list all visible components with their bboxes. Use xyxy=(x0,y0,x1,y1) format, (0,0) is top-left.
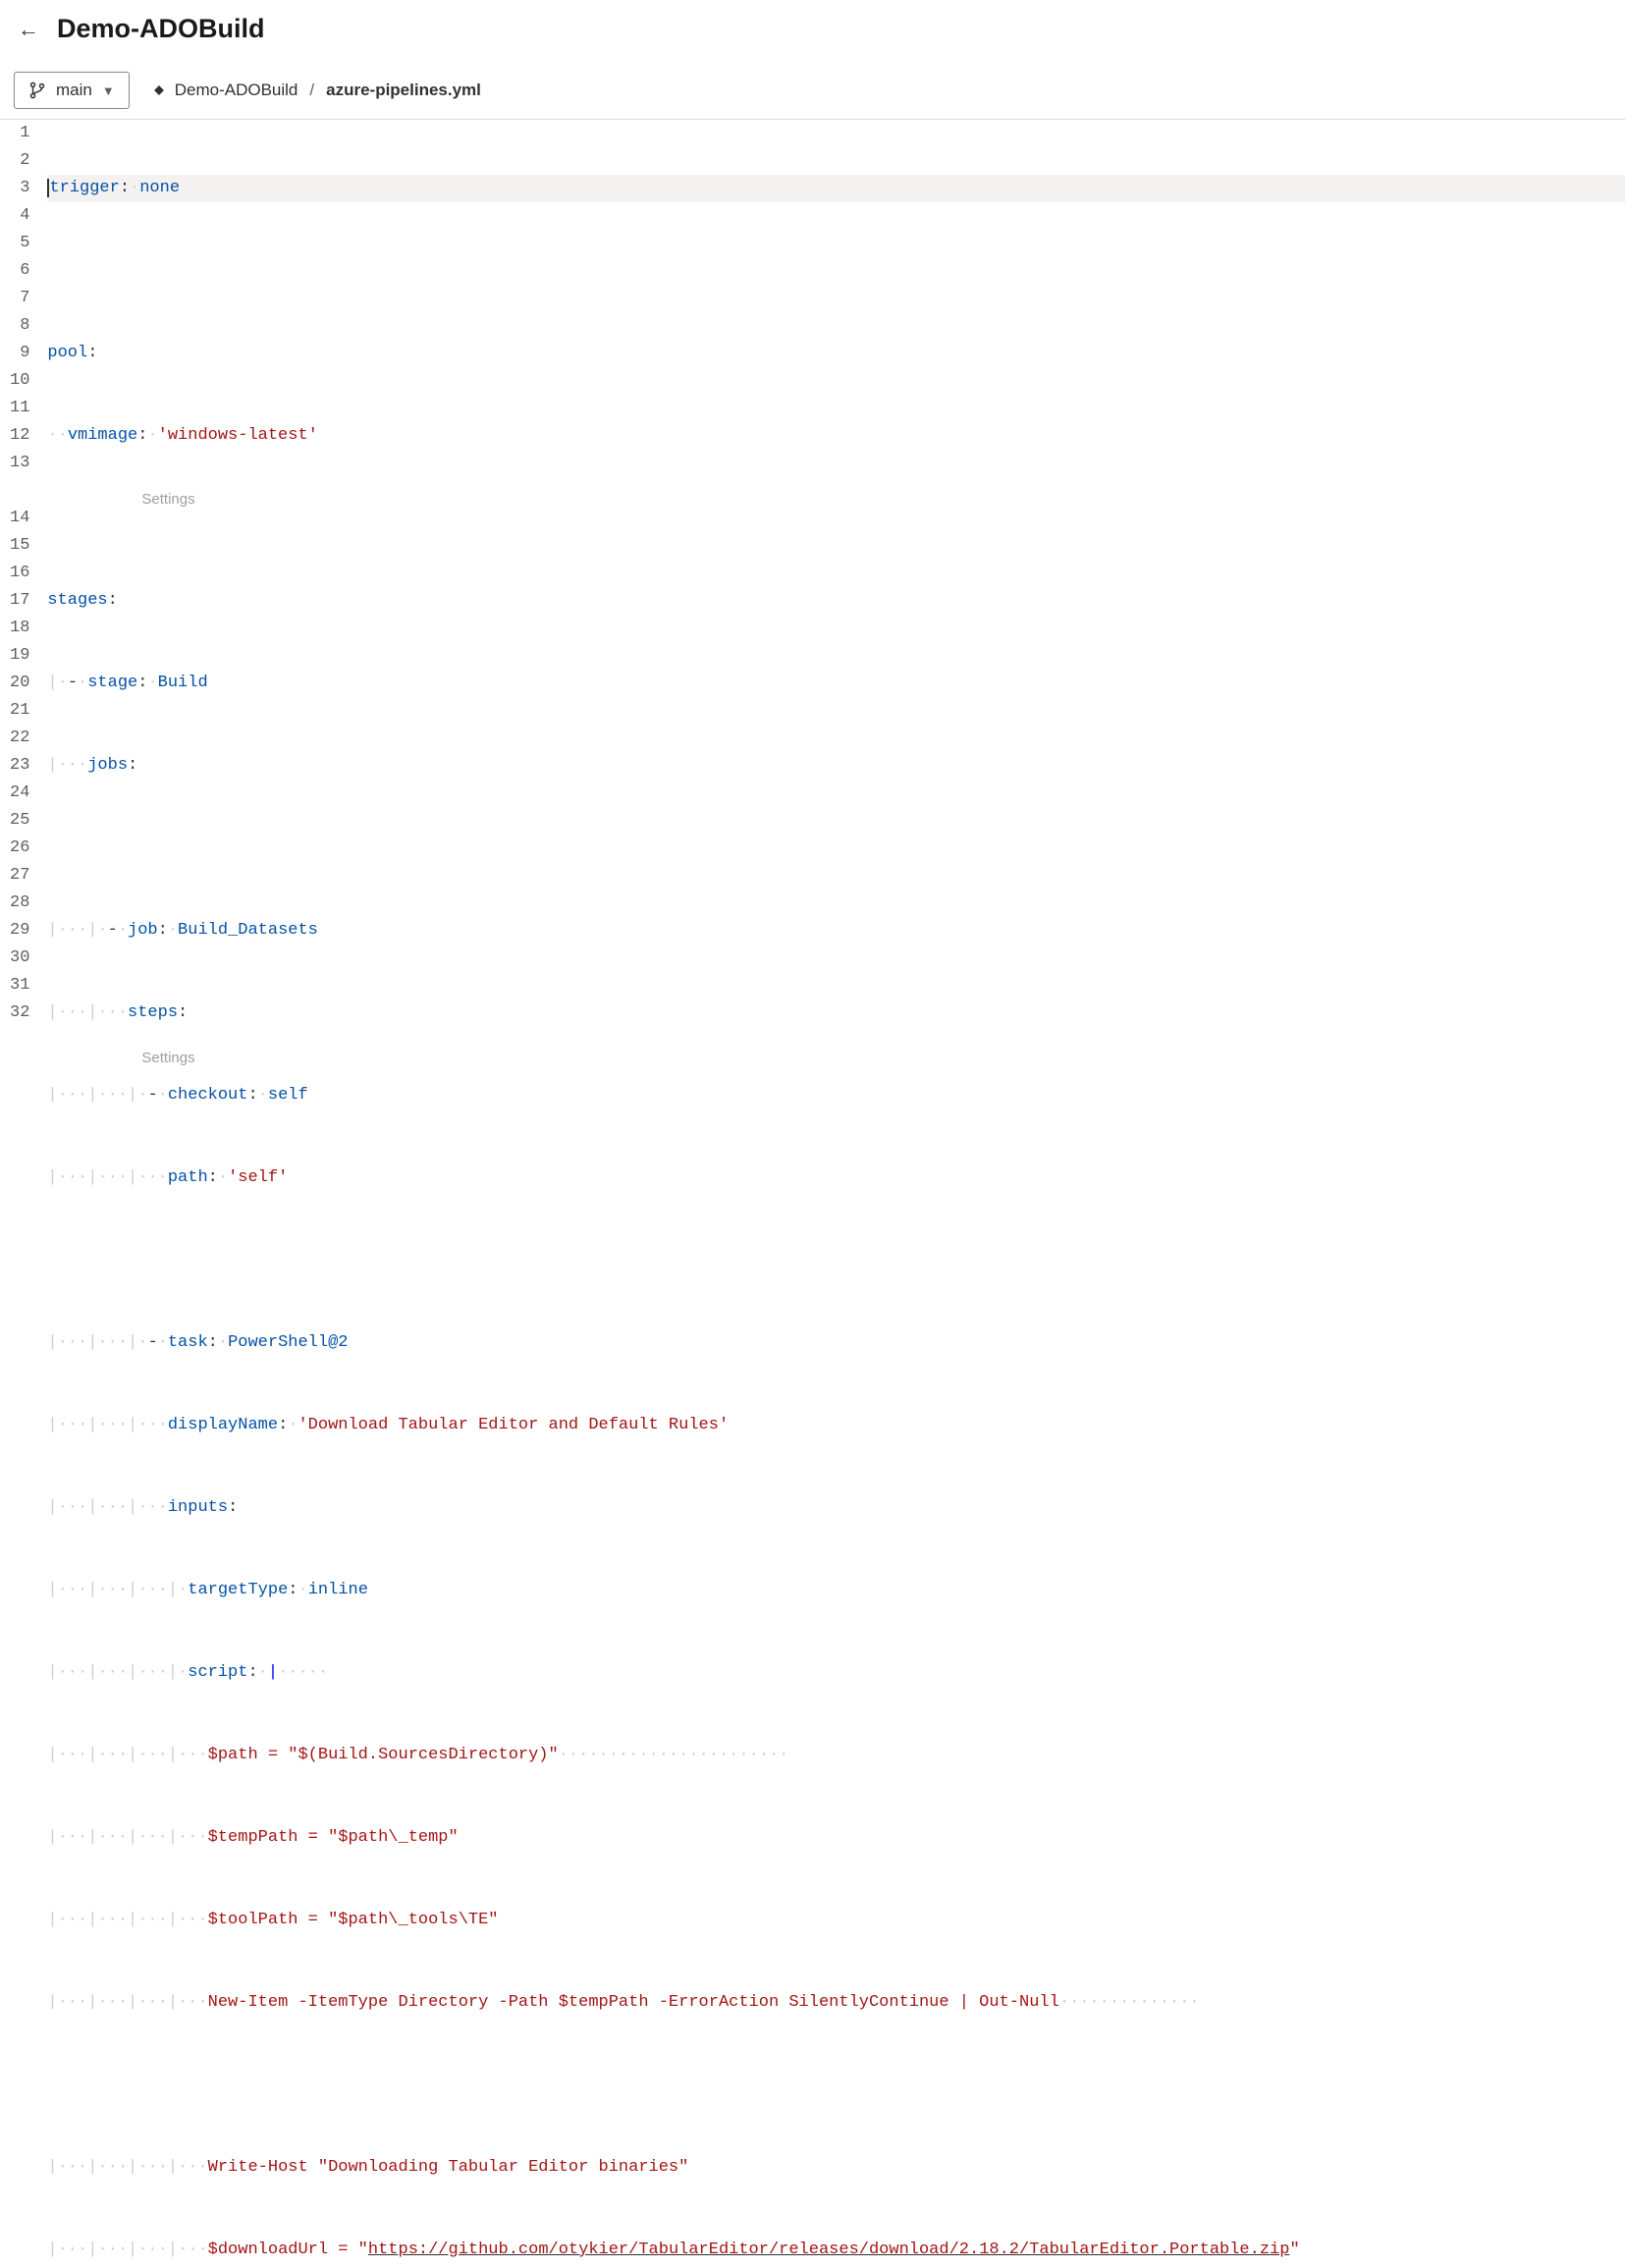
code-line[interactable] xyxy=(47,835,1625,862)
code-line[interactable]: |···|···|···|···$toolPath = "$path\_tool… xyxy=(47,1907,1625,1934)
breadcrumb-repo[interactable]: Demo-ADOBuild xyxy=(175,81,298,100)
chevron-down-icon: ▼ xyxy=(102,83,115,98)
line-number: 17 xyxy=(10,587,29,615)
code-line[interactable]: stages: xyxy=(47,587,1625,615)
code-editor[interactable]: 1 2 3 4 5 6 7 8 9 10 11 12 13 14 15 16 1… xyxy=(0,119,1625,2268)
breadcrumb-separator: / xyxy=(309,81,314,100)
line-number: 5 xyxy=(10,230,29,257)
code-line[interactable]: |···|···|···|···$path = "$(Build.Sources… xyxy=(47,1742,1625,1769)
back-arrow-icon[interactable]: ← xyxy=(18,17,39,42)
line-number: 27 xyxy=(10,862,29,890)
code-line[interactable]: |···|···|···|·script:·|····· xyxy=(47,1659,1625,1687)
code-line[interactable]: ··vmimage:·'windows-latest' xyxy=(47,422,1625,450)
line-number: 1 xyxy=(10,120,29,147)
code-content[interactable]: trigger:·none pool: ··vmimage:·'windows-… xyxy=(47,120,1625,2268)
line-number: 29 xyxy=(10,917,29,945)
code-line[interactable]: |···|···|···|···Write-Host "Downloading … xyxy=(47,2154,1625,2182)
page-title: Demo-ADOBuild xyxy=(57,14,265,44)
line-number: 14 xyxy=(10,505,29,532)
line-number: 9 xyxy=(10,340,29,367)
codelens-spacer xyxy=(10,477,29,505)
line-number-gutter: 1 2 3 4 5 6 7 8 9 10 11 12 13 14 15 16 1… xyxy=(0,120,47,2268)
line-number: 8 xyxy=(10,312,29,340)
line-number: 15 xyxy=(10,532,29,560)
line-number: 13 xyxy=(10,450,29,477)
breadcrumb-file: azure-pipelines.yml xyxy=(326,81,481,100)
line-number: 18 xyxy=(10,615,29,642)
branch-name: main xyxy=(56,81,92,100)
code-line[interactable]: |···|···steps: xyxy=(47,999,1625,1027)
git-branch-icon xyxy=(28,81,46,99)
line-number: 28 xyxy=(10,890,29,917)
line-number: 16 xyxy=(10,560,29,587)
code-line[interactable]: |···|···|···|···$downloadUrl = "https://… xyxy=(47,2237,1625,2264)
breadcrumb: Demo-ADOBuild / azure-pipelines.yml xyxy=(151,81,481,100)
line-number: 7 xyxy=(10,285,29,312)
code-line[interactable]: |·-·stage:·Build xyxy=(47,670,1625,697)
codelens-settings[interactable]: Settings xyxy=(141,1045,194,1072)
line-number: 4 xyxy=(10,202,29,230)
code-line[interactable]: |···|···|···|·targetType:·inline xyxy=(47,1577,1625,1604)
code-line[interactable]: |···|···|·-·task:·PowerShell@2 xyxy=(47,1329,1625,1357)
line-number: 11 xyxy=(10,395,29,422)
line-number: 24 xyxy=(10,780,29,807)
code-line[interactable]: |···jobs: xyxy=(47,752,1625,780)
editor-toolbar: main ▼ Demo-ADOBuild / azure-pipelines.y… xyxy=(0,52,1625,119)
branch-selector[interactable]: main ▼ xyxy=(14,72,130,109)
line-number: 19 xyxy=(10,642,29,670)
line-number: 10 xyxy=(10,367,29,395)
page-header: ← Demo-ADOBuild xyxy=(0,0,1625,52)
line-number: 30 xyxy=(10,945,29,972)
code-line[interactable]: |···|···|···inputs: xyxy=(47,1494,1625,1522)
code-line[interactable]: |···|···|···path:·'self' xyxy=(47,1164,1625,1192)
line-number: 6 xyxy=(10,257,29,285)
code-line[interactable]: trigger:·none xyxy=(47,175,1625,202)
code-line[interactable]: pool: xyxy=(47,340,1625,367)
line-number: 23 xyxy=(10,752,29,780)
line-number: 21 xyxy=(10,697,29,725)
line-number: 26 xyxy=(10,835,29,862)
code-line[interactable] xyxy=(47,505,1625,532)
code-line[interactable]: |···|···|···displayName:·'Download Tabul… xyxy=(47,1412,1625,1439)
line-number: 20 xyxy=(10,670,29,697)
line-number: 32 xyxy=(10,999,29,1027)
repo-icon xyxy=(151,82,167,98)
line-number: 2 xyxy=(10,147,29,175)
line-number: 12 xyxy=(10,422,29,450)
codelens-settings[interactable]: Settings xyxy=(141,486,194,513)
code-line[interactable] xyxy=(47,257,1625,285)
codelens-row xyxy=(47,1247,1625,1274)
line-number: 3 xyxy=(10,175,29,202)
code-line[interactable]: |···|·-·job:·Build_Datasets xyxy=(47,917,1625,945)
code-line[interactable]: |···|···|···|···$tempPath = "$path\_temp… xyxy=(47,1824,1625,1852)
line-number: 25 xyxy=(10,807,29,835)
line-number: 22 xyxy=(10,725,29,752)
code-line[interactable] xyxy=(47,2072,1625,2099)
code-line[interactable]: |···|···|·-·checkout:·self xyxy=(47,1082,1625,1109)
line-number: 31 xyxy=(10,972,29,999)
code-line[interactable]: |···|···|···|···New-Item -ItemType Direc… xyxy=(47,1989,1625,2017)
